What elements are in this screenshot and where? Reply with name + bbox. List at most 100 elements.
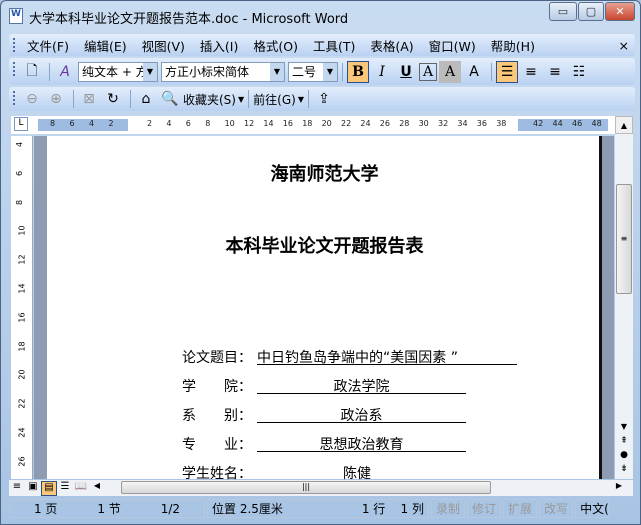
previous-page-icon[interactable]: ⇞ — [615, 436, 633, 446]
status-bar: 1 页 1 节 1/2 位置 2.5厘米 1 行 1 列 录制 修订 扩展 改写 中文… — [9, 498, 633, 519]
close-button[interactable]: ✕ — [605, 2, 635, 21]
outline-view-icon[interactable]: ☰ — [57, 481, 73, 496]
separator — [49, 62, 50, 81]
font-value: 方正小标宋简体 — [165, 65, 250, 79]
stop-icon[interactable]: ⊠ — [78, 88, 100, 110]
ruler-tick-label: 14 — [17, 283, 27, 294]
favorites-menu[interactable]: 收藏夹(S) — [183, 91, 236, 108]
close-document-button[interactable]: × — [619, 38, 629, 53]
ruler-tick-label: 4 — [15, 141, 25, 148]
status-position-info: 位置 2.5厘米 1 行 1 列 — [207, 499, 429, 518]
style-select[interactable]: 纯文本 + 方 ▼ — [78, 61, 158, 82]
search-web-icon[interactable]: 🔍 — [159, 88, 181, 110]
document-page[interactable]: 海南师范大学 本科毕业论文开题报告表 论文题目： 中日钓鱼岛争端中的“美国因素 ”… — [47, 136, 602, 482]
status-line: 1 行 — [361, 502, 386, 516]
horizontal-ruler[interactable]: L 8 6 4 2 2 4 6 8 10 12 14 16 18 20 22 24 26 28 30 32 34 36 38… — [11, 116, 615, 134]
chevron-down-icon[interactable]: ▼ — [143, 62, 157, 81]
scroll-left-icon[interactable]: ◀ — [89, 481, 105, 496]
new-document-icon[interactable]: 🗋 — [21, 61, 43, 83]
scroll-thumb[interactable]: ≡ — [616, 184, 632, 294]
menu-edit[interactable]: 编辑(E) — [84, 36, 127, 55]
back-icon[interactable]: ⊖ — [21, 88, 43, 110]
status-trk[interactable]: 修订 — [467, 499, 502, 518]
toolbar-grip[interactable] — [13, 38, 15, 52]
chevron-down-icon[interactable]: ▼ — [323, 62, 337, 81]
chevron-down-icon[interactable]: ▼ — [270, 62, 284, 81]
menu-file[interactable]: 文件(F) — [27, 36, 69, 55]
character-border-button[interactable]: A — [419, 62, 437, 81]
menu-insert[interactable]: 插入(I) — [200, 36, 238, 55]
maximize-button[interactable]: ▢ — [578, 2, 604, 21]
next-page-icon[interactable]: ⇟ — [615, 464, 633, 474]
field-department: 系 别： 政治系 — [182, 405, 466, 425]
status-language[interactable]: 中文( — [575, 499, 610, 518]
tab-selector[interactable]: L — [14, 117, 28, 131]
ruler-tick-label: 4 — [166, 119, 172, 128]
character-shading-button[interactable]: A — [439, 60, 461, 83]
menu-view[interactable]: 视图(V) — [142, 36, 185, 55]
font-size-select[interactable]: 二号 ▼ — [288, 61, 338, 82]
go-menu[interactable]: 前往(G) — [253, 91, 296, 108]
separator — [130, 90, 131, 108]
align-right-icon[interactable]: ≡ — [544, 61, 566, 83]
status-ext[interactable]: 扩展 — [503, 499, 538, 518]
ruler-tick-label: 8 — [205, 119, 211, 128]
styles-icon[interactable]: A — [54, 61, 76, 83]
status-rec[interactable]: 录制 — [431, 499, 466, 518]
field-value: 思想政治教育 — [257, 434, 466, 453]
menu-window[interactable]: 窗口(W) — [429, 36, 476, 55]
distributed-align-icon[interactable]: ☷ — [568, 61, 590, 83]
minimize-button[interactable]: ▭ — [549, 2, 577, 21]
ruler-tick-label: 12 — [17, 254, 27, 265]
horizontal-scroll-thumb[interactable]: ||| — [121, 481, 491, 494]
ruler-tick-label: 22 — [341, 119, 352, 128]
print-layout-view-icon[interactable]: ▤ — [41, 480, 57, 496]
word-app-icon[interactable]: W — [9, 8, 23, 24]
scroll-right-icon[interactable]: ▶ — [611, 481, 627, 496]
align-center-icon[interactable]: ≡ — [520, 61, 542, 83]
menu-help[interactable]: 帮助(H) — [491, 36, 535, 55]
status-column: 1 列 — [400, 502, 424, 516]
character-scale-button[interactable]: A — [463, 61, 485, 83]
view-and-hscroll-row: ≡ ▣ ▤ ☰ 📖 ◀ ||| ▶ — [9, 480, 633, 496]
menu-tools[interactable]: 工具(T) — [313, 36, 355, 55]
menu-table[interactable]: 表格(A) — [370, 36, 413, 55]
ruler-tick-label: 42 — [533, 119, 544, 128]
menu-format[interactable]: 格式(O) — [253, 36, 298, 55]
ruler-tick-label: 26 — [379, 119, 390, 128]
ruler-tick-label: 10 — [224, 119, 235, 128]
ruler-tick-label: 24 — [17, 427, 27, 438]
ruler-tick-label: 20 — [17, 369, 27, 380]
vertical-ruler[interactable]: 4 6 8 10 12 14 16 18 20 22 24 26 — [11, 136, 33, 479]
toolbar-grip[interactable] — [13, 62, 15, 76]
scroll-up-icon[interactable]: ▲ — [615, 116, 633, 134]
ruler-tick-label: 8 — [50, 119, 56, 128]
justify-button[interactable]: ☰ — [496, 60, 518, 83]
ruler-tick-label: 20 — [321, 119, 332, 128]
ruler-tick-label: 44 — [552, 119, 563, 128]
reading-view-icon[interactable]: 📖 — [73, 481, 89, 496]
web-layout-view-icon[interactable]: ▣ — [25, 481, 41, 496]
scroll-down-icon[interactable]: ▼ — [615, 422, 633, 431]
field-label: 系 别： — [182, 408, 252, 424]
ruler-tick-label: 16 — [17, 312, 27, 323]
underline-button[interactable]: U — [395, 61, 417, 83]
ruler-tick-label: 12 — [244, 119, 255, 128]
window-title: 大学本科毕业论文开题报告范本.doc - Microsoft Word — [29, 12, 349, 27]
forward-icon[interactable]: ⊕ — [45, 88, 67, 110]
show-only-web-toolbar-icon[interactable]: ⇪ — [313, 88, 335, 110]
toolbar-grip[interactable] — [13, 91, 15, 105]
select-browse-object-icon[interactable]: ● — [615, 450, 633, 460]
italic-button[interactable]: I — [371, 61, 393, 83]
separator — [73, 90, 74, 108]
field-college: 学 院： 政法学院 — [182, 376, 466, 396]
vertical-scrollbar[interactable]: ▲ ≡ ▼ ⇞ ● ⇟ — [615, 116, 633, 479]
status-section: 1 节 — [97, 502, 121, 516]
ruler-tick-label: 36 — [476, 119, 487, 128]
bold-button[interactable]: B — [347, 60, 369, 83]
status-ovr[interactable]: 改写 — [539, 499, 574, 518]
normal-view-icon[interactable]: ≡ — [9, 481, 25, 496]
refresh-icon[interactable]: ↻ — [102, 88, 124, 110]
font-select[interactable]: 方正小标宋简体 ▼ — [161, 61, 285, 82]
home-icon[interactable]: ⌂ — [135, 88, 157, 110]
